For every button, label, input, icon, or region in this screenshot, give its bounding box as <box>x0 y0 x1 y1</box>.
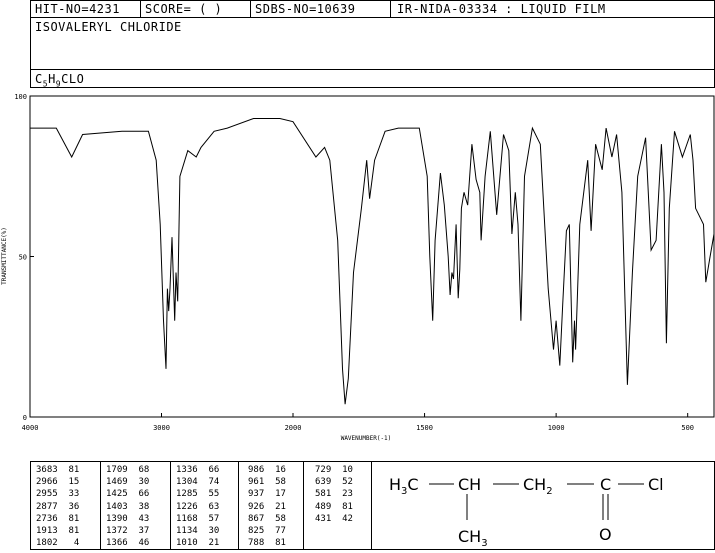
peak-entry: 1403 38 <box>106 501 150 512</box>
peak-entry: 1336 66 <box>176 465 220 475</box>
y-axis-label: TRANSMITTANCE(%) <box>1 227 8 285</box>
methine-group: CH <box>458 475 481 494</box>
peak-entry: 1390 43 <box>106 513 150 524</box>
peak-entry: 1304 74 <box>176 477 220 488</box>
peak-entry: 1372 37 <box>106 526 150 537</box>
peak-entry: 1010 21 <box>176 538 220 549</box>
plot-frame <box>29 95 715 418</box>
peak-entry: 489 81 <box>315 501 353 512</box>
ir-spectrum-chart: 4000 3000 2000 1500 1000 500 0 50 100 WAVENUMBER… <box>1 93 715 442</box>
peak-col-divider-2 <box>170 462 171 549</box>
x-tick-label: 1000 <box>548 424 565 432</box>
peak-entry: 729 10 <box>315 465 353 475</box>
ir-method: IR-NIDA-03334 : LIQUID FILM <box>397 2 606 16</box>
peak-entry: 581 23 <box>315 489 353 500</box>
peak-entry: 1802 4 <box>36 538 80 549</box>
chlorine: Cl <box>648 475 664 494</box>
methyl-group-branch: CH3 <box>458 527 488 549</box>
peak-entry: 1469 30 <box>106 477 150 488</box>
peak-col-divider-1 <box>100 462 101 549</box>
peak-col-5: 729 10 639 52 581 23 489 81 431 42 <box>315 464 353 525</box>
oxygen: O <box>599 525 612 544</box>
header-divider-2 <box>250 0 251 18</box>
peak-entry: 1709 68 <box>106 465 150 475</box>
score: SCORE= ( ) <box>145 2 223 16</box>
peak-table: 3683 81 2966 15 2955 33 2877 36 2736 81 1913 … <box>30 461 372 550</box>
peak-col-divider-3 <box>238 462 239 549</box>
peak-entry: 1134 30 <box>176 526 220 537</box>
x-tick-label: 1500 <box>416 424 433 432</box>
peak-entry: 961 58 <box>248 477 286 488</box>
y-tick-label: 50 <box>19 254 27 262</box>
header-bar <box>30 0 715 18</box>
carbonyl-carbon: C <box>600 475 611 494</box>
hit-number: HIT-NO=4231 <box>35 2 120 16</box>
peak-col-3: 1336 66 1304 74 1285 55 1226 63 1168 57 1134 … <box>176 464 219 549</box>
peak-entry: 867 58 <box>248 513 286 524</box>
peak-entry: 431 42 <box>315 513 353 524</box>
methylene-group: CH2 <box>523 475 553 497</box>
peak-entry: 2955 33 <box>36 489 80 500</box>
peak-entry: 986 16 <box>248 465 286 475</box>
peak-entry: 1425 66 <box>106 489 150 500</box>
y-tick-label: 100 <box>14 93 27 101</box>
peak-col-divider-4 <box>303 462 304 549</box>
x-axis-label: WAVENUMBER(-1) <box>341 435 392 442</box>
peak-entry: 1285 55 <box>176 489 220 500</box>
x-tick-label: 3000 <box>153 424 170 432</box>
peak-entry: 2877 36 <box>36 501 80 512</box>
peak-entry: 2736 81 <box>36 513 80 524</box>
compound-name: ISOVALERYL CHLORIDE <box>35 20 182 34</box>
peak-entry: 3683 81 <box>36 465 80 475</box>
peak-entry: 1366 46 <box>106 538 150 549</box>
header-divider-1 <box>140 0 141 18</box>
peak-entry: 1168 57 <box>176 513 220 524</box>
peak-entry: 825 77 <box>248 526 286 537</box>
peak-entry: 926 21 <box>248 501 286 512</box>
header-divider-3 <box>390 0 391 18</box>
structure-box: H3C CH CH2 C Cl CH3 O <box>372 461 715 550</box>
x-tick-label: 2000 <box>285 424 302 432</box>
x-tick-label: 4000 <box>22 424 39 432</box>
peak-entry: 2966 15 <box>36 477 80 488</box>
peak-col-4: 986 16 961 58 937 17 926 21 867 58 825 77 788 … <box>248 464 286 549</box>
peak-col-2: 1709 68 1469 30 1425 66 1403 38 1390 43 1372 … <box>106 464 149 549</box>
peak-entry: 788 81 <box>248 538 286 549</box>
y-tick-label: 0 <box>23 414 27 422</box>
formula-box <box>30 69 715 88</box>
peak-entry: 1226 63 <box>176 501 220 512</box>
spectrum-series <box>30 118 715 405</box>
peak-entry: 639 52 <box>315 477 353 488</box>
sdbs-number: SDBS-NO=10639 <box>255 2 356 16</box>
structure-diagram: H3C CH CH2 C Cl CH3 O <box>389 475 664 549</box>
x-tick-label: 500 <box>681 424 694 432</box>
methyl-group-left: H3C <box>389 475 419 497</box>
peak-col-1: 3683 81 2966 15 2955 33 2877 36 2736 81 1913 … <box>36 464 79 549</box>
peak-entry: 937 17 <box>248 489 286 500</box>
peak-entry: 1913 81 <box>36 526 80 537</box>
